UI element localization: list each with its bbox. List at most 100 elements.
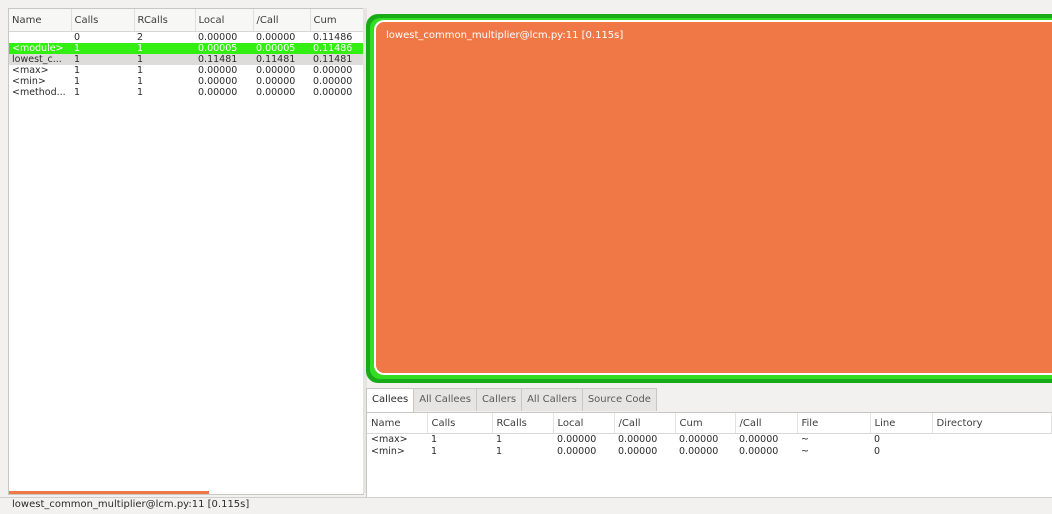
- cell: 1: [496, 446, 503, 457]
- tab-callers[interactable]: Callers: [475, 388, 523, 411]
- detail-pane: Callees All Callees Callers All Callers …: [366, 388, 1052, 498]
- cell: 1: [134, 43, 195, 54]
- col-per-call-header[interactable]: /Call: [614, 413, 676, 434]
- flame-node-lowest-common-multiplier[interactable]: lowest_common_multiplier@lcm.py:11 [0.11…: [374, 20, 1052, 375]
- cell: 0.00005: [195, 43, 253, 54]
- table-row[interactable]: <min> 1 1 0.00000 0.00000 0.00000 0.0000…: [367, 446, 1051, 458]
- table-row[interactable]: <max> 1 1 0.00000 0.00000 0.00000: [9, 65, 363, 76]
- cell: 0.11486: [313, 32, 353, 43]
- col-calls-header[interactable]: Calls: [71, 9, 135, 32]
- cell: 1: [74, 87, 81, 98]
- col-local-header[interactable]: Local: [553, 413, 615, 434]
- cell: 0.11481: [253, 54, 310, 65]
- cell: 1: [71, 54, 134, 65]
- status-bar: lowest_common_multiplier@lcm.py:11 [0.11…: [0, 497, 1052, 514]
- cell: 0.00000: [739, 434, 779, 445]
- col-local-header[interactable]: Local: [195, 9, 254, 32]
- cell: 0.00000: [198, 87, 238, 98]
- cell: <module>: [9, 43, 71, 54]
- function-table: Name Calls RCalls Local /Call Cum 0 2 0.…: [9, 9, 363, 98]
- cell: 0: [874, 434, 881, 445]
- cell: 0.00000: [198, 65, 238, 76]
- table-row[interactable]: <method... 1 1 0.00000 0.00000 0.00000: [9, 87, 363, 98]
- cell: 0.00000: [557, 434, 597, 445]
- cell: 2: [137, 32, 144, 43]
- cell: lowest_c...: [9, 54, 71, 65]
- tab-callees[interactable]: Callees: [366, 388, 415, 413]
- tab-source-code[interactable]: Source Code: [581, 388, 657, 411]
- cell: 1: [74, 76, 81, 87]
- table-row[interactable]: <max> 1 1 0.00000 0.00000 0.00000 0.0000…: [367, 434, 1051, 447]
- cell: 0.00000: [256, 87, 296, 98]
- cell: 0.00000: [679, 446, 719, 457]
- table-row-highlighted[interactable]: lowest_c... 1 1 0.11481 0.11481 0.11481: [9, 54, 363, 65]
- col-rcalls-header[interactable]: RCalls: [492, 413, 554, 434]
- cell: 0.11481: [310, 54, 363, 65]
- cell: 0.00000: [739, 446, 779, 457]
- callees-table-header: Name Calls RCalls Local /Call Cum /Call …: [367, 413, 1052, 434]
- function-table-header: Name Calls RCalls Local /Call Cum: [9, 9, 363, 32]
- tab-all-callees[interactable]: All Callees: [413, 388, 477, 411]
- cell: 0.00000: [557, 446, 597, 457]
- cell: <max>: [371, 434, 408, 445]
- col-cum-header[interactable]: Cum: [675, 413, 736, 434]
- cell: 0.00000: [679, 434, 719, 445]
- cell: 1: [137, 65, 144, 76]
- table-row[interactable]: 0 2 0.00000 0.00000 0.11486: [9, 32, 363, 44]
- cell: <min>: [371, 446, 405, 457]
- flame-node-module[interactable]: lowest_common_multiplier@lcm.py:11 [0.11…: [370, 18, 1052, 379]
- cell: 0.00005: [253, 43, 310, 54]
- callees-panel: Name Calls RCalls Local /Call Cum /Call …: [366, 412, 1052, 498]
- cell: 0: [74, 32, 81, 43]
- table-row[interactable]: <min> 1 1 0.00000 0.00000 0.00000: [9, 76, 363, 87]
- cell: [9, 32, 71, 44]
- col-rcalls-header[interactable]: RCalls: [134, 9, 196, 32]
- cell: 0.00000: [313, 76, 353, 87]
- cell: 0.11486: [310, 43, 363, 54]
- col-directory-header[interactable]: Directory: [932, 413, 1052, 434]
- cell: 0.00000: [256, 32, 296, 43]
- function-list-pane: Name Calls RCalls Local /Call Cum 0 2 0.…: [8, 8, 364, 495]
- col-line-header[interactable]: Line: [870, 413, 933, 434]
- col-calls-header[interactable]: Calls: [427, 413, 493, 434]
- cell: ~: [801, 446, 809, 457]
- cell: [932, 446, 1051, 458]
- cell: 1: [134, 54, 195, 65]
- cell: 1: [74, 65, 81, 76]
- col-name-header[interactable]: Name: [9, 9, 72, 32]
- cell: <max>: [12, 65, 49, 76]
- cell: 0.00000: [313, 65, 353, 76]
- callees-table: Name Calls RCalls Local /Call Cum /Call …: [367, 413, 1052, 458]
- cell: <min>: [12, 76, 46, 87]
- cell: 1: [137, 87, 144, 98]
- table-row-selected[interactable]: <module> 1 1 0.00005 0.00005 0.11486: [9, 43, 363, 54]
- status-text: lowest_common_multiplier@lcm.py:11 [0.11…: [12, 499, 250, 510]
- horizontal-scrollbar[interactable]: [9, 491, 209, 494]
- cell: 0.00000: [198, 32, 238, 43]
- cell: 0.00000: [256, 76, 296, 87]
- tab-all-callers[interactable]: All Callers: [521, 388, 583, 411]
- col-file-header[interactable]: File: [797, 413, 871, 434]
- cell: 0.11481: [195, 54, 253, 65]
- col-per-call-header[interactable]: /Call: [253, 9, 311, 32]
- cell: 1: [431, 434, 438, 445]
- col-cum-header[interactable]: Cum: [310, 9, 363, 32]
- cell: 1: [137, 76, 144, 87]
- flame-node-label: lowest_common_multiplier@lcm.py:11 [0.11…: [386, 30, 624, 41]
- cell: 0.00000: [618, 434, 658, 445]
- cell: <method...: [12, 87, 66, 98]
- cell: ~: [801, 434, 809, 445]
- cell: 0.00000: [618, 446, 658, 457]
- cell: 0.00000: [313, 87, 353, 98]
- col-cum-per-call-header[interactable]: /Call: [735, 413, 798, 434]
- cell: [932, 434, 1051, 447]
- cell: 0.00000: [198, 76, 238, 87]
- cell: 1: [496, 434, 503, 445]
- detail-tabs: Callees All Callees Callers All Callers …: [366, 388, 657, 413]
- col-name-header[interactable]: Name: [367, 413, 428, 434]
- cell: 0: [874, 446, 881, 457]
- cell: 1: [431, 446, 438, 457]
- cell: 1: [71, 43, 134, 54]
- cell: 0.00000: [256, 65, 296, 76]
- flame-map: lowest_common_multiplier@lcm.py:11 [0.11…: [366, 14, 1052, 383]
